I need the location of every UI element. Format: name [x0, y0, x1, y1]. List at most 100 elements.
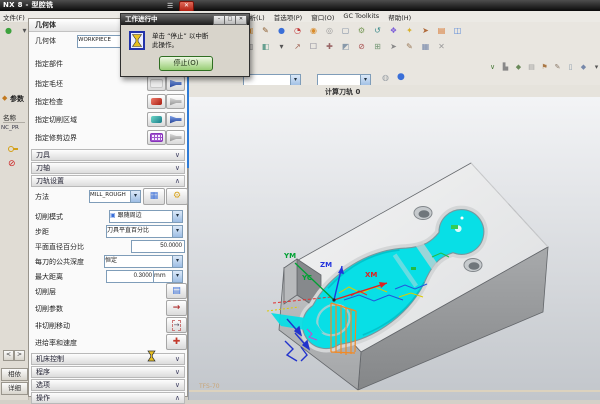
nav-prev-button[interactable]: <	[3, 350, 14, 361]
max-distance-unit-combo[interactable]: mm	[153, 270, 183, 283]
select-box-icon[interactable]: ☐	[307, 41, 320, 53]
list-icon[interactable]: ▤	[526, 61, 537, 73]
flag-icon[interactable]: ⚑	[539, 61, 550, 73]
select-blank-button[interactable]	[147, 76, 166, 91]
arrow-icon[interactable]: ➤	[419, 25, 432, 37]
crosshair-icon[interactable]: ✚	[323, 41, 336, 53]
cutting-params-button[interactable]: →	[166, 300, 187, 316]
display-cut-area-button[interactable]	[166, 112, 185, 127]
specify-check-label: 指定检查	[35, 97, 63, 107]
annotate-icon[interactable]: ✎	[403, 41, 416, 53]
feeds-speeds-button[interactable]: ✚	[166, 334, 187, 350]
corner-icon[interactable]: ▙	[500, 61, 511, 73]
more-icon[interactable]: ▾	[591, 61, 600, 73]
menu-window[interactable]: 窗口(O)	[311, 12, 334, 22]
stop-button[interactable]: 停止(O)	[159, 56, 213, 71]
revolve-icon[interactable]: ◔	[291, 25, 304, 37]
chevron-up-icon: ∧	[175, 176, 180, 186]
table-icon: ▦	[150, 192, 159, 201]
select-cut-area-button[interactable]	[147, 112, 166, 127]
close-button[interactable]: ✕	[235, 15, 247, 25]
depth-arrow[interactable]	[172, 256, 182, 267]
panel-icon[interactable]: ▯	[565, 61, 576, 73]
mesh-icon[interactable]: ▦	[419, 41, 432, 53]
window-icon[interactable]: ◫	[451, 25, 464, 37]
shade-icon[interactable]: ◧	[259, 41, 272, 53]
section-tool-axis[interactable]: 刀轴∨	[31, 162, 185, 174]
nav-next-button[interactable]: >	[14, 350, 25, 361]
select-check-button[interactable]	[147, 94, 166, 109]
diamond2-icon[interactable]: ◆	[578, 61, 589, 73]
section-tool[interactable]: 刀具∨	[31, 149, 185, 161]
graphics-viewport[interactable]: YM YC ZM XM TFS-70	[188, 97, 600, 400]
layers-icon: ▤	[172, 287, 181, 296]
depth-per-cut-combo[interactable]: 恒定	[104, 255, 183, 268]
percent-diameter-input[interactable]	[131, 240, 185, 253]
verify-icon[interactable]: ∨	[487, 61, 498, 73]
edit-icon[interactable]: ✎	[259, 25, 272, 37]
diamond-icon[interactable]: ◆	[513, 61, 524, 73]
circle-icon[interactable]: ◎	[323, 25, 336, 37]
navigator-tree-item[interactable]: NC_PR	[1, 125, 19, 131]
ball-icon[interactable]: ◉	[307, 25, 320, 37]
method-combo-arrow[interactable]	[130, 191, 140, 202]
flashlight-icon	[170, 80, 182, 88]
display-blank-button[interactable]	[166, 76, 185, 91]
cut-pattern-combo[interactable]: ▣ 跟随周边	[109, 210, 183, 223]
pattern-icon[interactable]: ❖	[387, 25, 400, 37]
sphere-display-icon[interactable]: ●	[397, 72, 405, 82]
menu-help[interactable]: 帮助(H)	[388, 12, 411, 22]
stepover-combo[interactable]: 刀具平直百分比	[106, 225, 183, 238]
unit-arrow[interactable]	[172, 271, 182, 282]
depth-per-cut-label: 每刀的公共深度	[35, 257, 84, 267]
no-selection-icon[interactable]: ⊘	[355, 41, 368, 53]
layers-icon[interactable]: ▤	[435, 25, 448, 37]
cursor-icon[interactable]: ➤	[387, 41, 400, 53]
edit-small-icon[interactable]: ✎	[552, 61, 563, 73]
refresh-icon[interactable]: ↺	[371, 25, 384, 37]
section-path-settings[interactable]: 刀轨设置∧	[31, 175, 185, 187]
clear-icon[interactable]: ✕	[435, 41, 448, 53]
stepover-arrow[interactable]	[172, 226, 182, 237]
tab-dependencies[interactable]: 相依	[1, 368, 28, 381]
menu-gc-toolkits[interactable]: GC Toolkits	[343, 12, 379, 22]
specify-blank-label: 指定毛坯	[35, 79, 63, 89]
select-trim-button[interactable]	[147, 130, 166, 145]
section-actions[interactable]: 操作∧	[31, 392, 185, 404]
start-point-icon[interactable]: ●	[2, 25, 15, 37]
vector-icon[interactable]: ↗	[291, 41, 304, 53]
section-icon[interactable]: ◩	[339, 41, 352, 53]
box-icon[interactable]: ▢	[339, 25, 352, 37]
window-title: NX 8 - 型腔铣	[3, 0, 53, 11]
max-distance-label: 最大距离	[35, 272, 63, 282]
menu-preferences[interactable]: 首选项(P)	[274, 12, 303, 22]
dropdown-arrow-icon[interactable]: ▾	[275, 41, 288, 53]
tab-details[interactable]: 详细	[1, 382, 28, 395]
max-distance-input[interactable]	[106, 270, 155, 283]
cut-levels-button[interactable]: ▤	[166, 283, 187, 299]
hourglass-icon	[129, 31, 145, 50]
dot-icon[interactable]: ◍	[382, 73, 389, 82]
navigator-param-label: 参数	[10, 94, 24, 104]
section-program[interactable]: 程序∨	[31, 366, 185, 378]
gear-icon[interactable]: ⚙	[355, 25, 368, 37]
section-machine-control[interactable]: 机床控制∨	[31, 353, 185, 365]
chevron-down-icon: ∨	[175, 150, 180, 160]
new-method-button[interactable]: ⚙	[166, 188, 188, 205]
snap-grid-icon[interactable]: ⊞	[371, 41, 384, 53]
non-cutting-moves-button[interactable]: →	[166, 317, 187, 333]
cut-pattern-arrow[interactable]	[172, 211, 182, 222]
menu-file[interactable]: 文件(F)	[3, 12, 25, 22]
method-combo[interactable]: MILL_ROUGH	[89, 190, 141, 203]
edit-method-button[interactable]: ▦	[143, 188, 165, 205]
dashed-move-icon: →	[172, 320, 182, 331]
non-cutting-moves-label: 非切削移动	[35, 321, 70, 331]
display-check-button[interactable]	[166, 94, 185, 109]
panel-resize-highlight[interactable]	[187, 75, 189, 168]
spark-icon[interactable]: ✦	[403, 25, 416, 37]
section-options[interactable]: 选项∨	[31, 379, 185, 391]
display-trim-button[interactable]	[166, 130, 185, 145]
feeds-speeds-label: 进给率和速度	[35, 338, 77, 348]
navigator-name-header[interactable]: 名称	[3, 112, 25, 123]
sphere-icon[interactable]: ●	[275, 25, 288, 37]
